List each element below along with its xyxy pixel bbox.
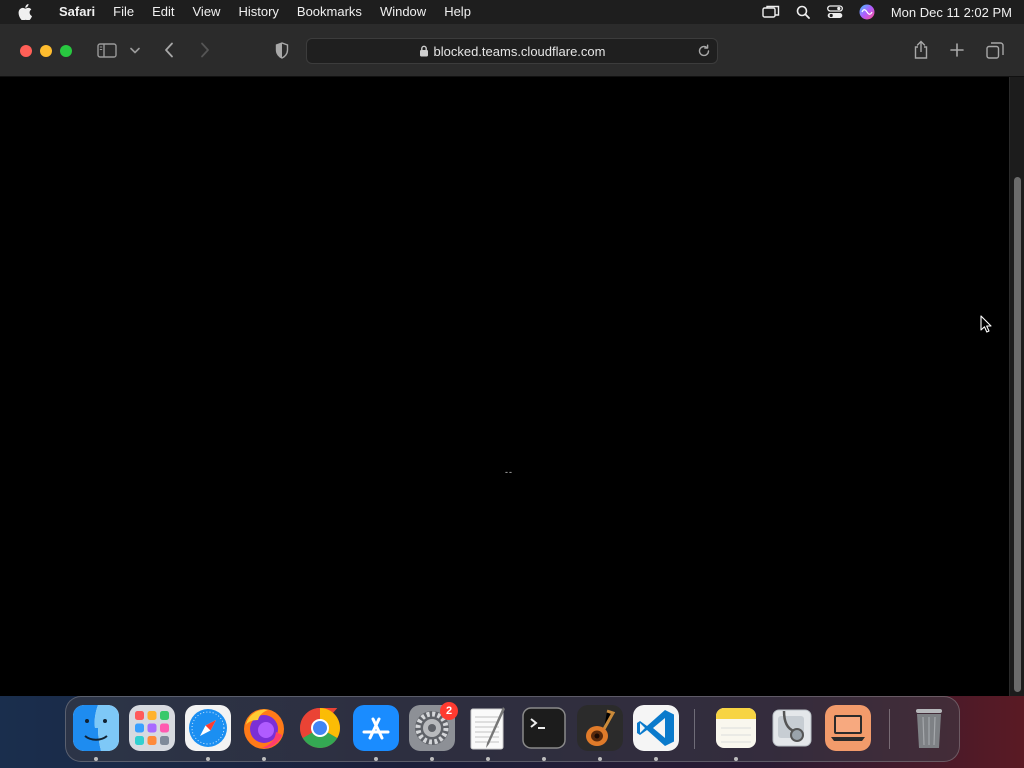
settings-notification-badge: 2: [440, 702, 458, 720]
menu-edit[interactable]: Edit: [143, 0, 183, 24]
back-chevron-icon[interactable]: [160, 41, 178, 59]
menubar-clock[interactable]: Mon Dec 11 2:02 PM: [883, 5, 1012, 20]
browser-toolbar: blocked.teams.cloudflare.com: [0, 24, 1024, 77]
running-indicator: [94, 757, 98, 761]
running-indicator: [374, 757, 378, 761]
dock-firefox-icon[interactable]: [241, 705, 287, 751]
scrollbar-thumb[interactable]: [1014, 177, 1021, 692]
screen-mirroring-icon[interactable]: [755, 0, 787, 24]
dock-safari-icon[interactable]: [185, 705, 231, 751]
siri-icon[interactable]: [851, 0, 883, 24]
spotlight-search-icon[interactable]: [787, 0, 819, 24]
menu-help[interactable]: Help: [435, 0, 480, 24]
menu-app-safari[interactable]: Safari: [50, 0, 104, 24]
dock-finder-icon[interactable]: [73, 705, 119, 751]
sidebar-toggle-icon[interactable]: [96, 41, 118, 59]
fullscreen-window-button[interactable]: [60, 45, 72, 57]
running-indicator: [486, 757, 490, 761]
running-indicator: [598, 757, 602, 761]
running-indicator: [206, 757, 210, 761]
menu-history[interactable]: History: [229, 0, 287, 24]
address-bar[interactable]: blocked.teams.cloudflare.com: [306, 38, 718, 64]
menu-view[interactable]: View: [184, 0, 230, 24]
minimize-window-button[interactable]: [40, 45, 52, 57]
apple-menu-icon[interactable]: [0, 4, 50, 20]
menu-file[interactable]: File: [104, 0, 143, 24]
dock-terminal-icon[interactable]: [521, 705, 567, 751]
menu-bar: Safari File Edit View History Bookmarks …: [0, 0, 1024, 24]
dock-garageband-icon[interactable]: [577, 705, 623, 751]
vertical-scrollbar[interactable]: [1009, 77, 1024, 696]
dock-separator: [889, 709, 890, 749]
dock-textedit-icon[interactable]: [465, 705, 511, 751]
running-indicator: [734, 757, 738, 761]
dock-disk-utility-icon[interactable]: [769, 705, 815, 751]
dock-notes-icon[interactable]: [713, 705, 759, 751]
running-indicator: [430, 757, 434, 761]
safari-window: blocked.teams.cloudflare.com --: [0, 24, 1024, 696]
dock-trash-icon[interactable]: [906, 705, 952, 751]
running-indicator: [654, 757, 658, 761]
new-tab-plus-icon[interactable]: [948, 41, 966, 59]
page-placeholder-text: --: [505, 467, 513, 477]
privacy-shield-icon[interactable]: [273, 41, 291, 59]
dock-app-store-icon[interactable]: [353, 705, 399, 751]
url-text: blocked.teams.cloudflare.com: [433, 43, 606, 59]
page-content[interactable]: --: [0, 77, 1024, 696]
tab-groups-chevron-down-icon[interactable]: [129, 45, 141, 55]
share-icon[interactable]: [911, 39, 931, 61]
control-center-icon[interactable]: [819, 0, 851, 24]
dock-chrome-icon[interactable]: [297, 705, 343, 751]
menu-bookmarks[interactable]: Bookmarks: [288, 0, 371, 24]
mouse-pointer-icon: [980, 315, 992, 338]
running-indicator: [542, 757, 546, 761]
dock-separator: [694, 709, 695, 749]
tab-overview-icon[interactable]: [985, 41, 1005, 59]
dock-screen-sharing-icon[interactable]: [825, 705, 871, 751]
close-window-button[interactable]: [20, 45, 32, 57]
dock: [65, 696, 960, 762]
menu-window[interactable]: Window: [371, 0, 435, 24]
forward-chevron-icon[interactable]: [196, 41, 214, 59]
running-indicator: [262, 757, 266, 761]
dock-vscode-icon[interactable]: [633, 705, 679, 751]
reload-icon[interactable]: [697, 44, 711, 61]
lock-icon: [419, 45, 429, 57]
dock-launchpad-icon[interactable]: [129, 705, 175, 751]
